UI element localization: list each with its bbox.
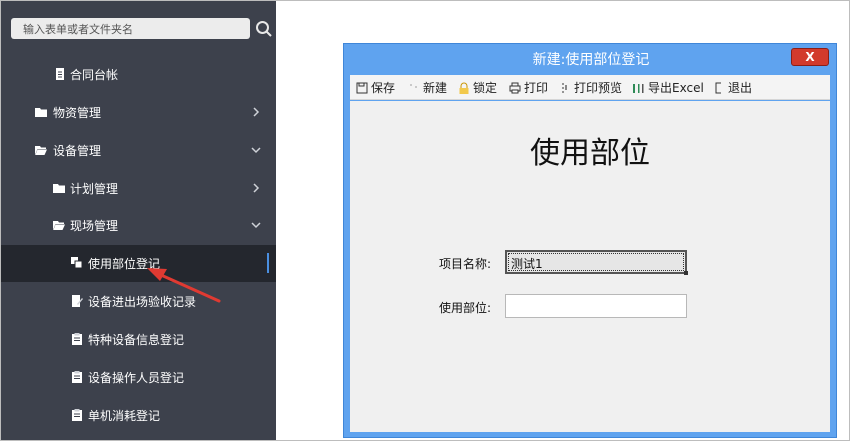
folder-open-icon: [35, 146, 47, 155]
sidebar-item-operators[interactable]: 设备操作人员登记: [1, 359, 276, 396]
active-indicator: [267, 253, 269, 273]
sidebar-item-special-equipment[interactable]: 特种设备信息登记: [1, 321, 276, 358]
sidebar-item-equipment[interactable]: 设备管理: [1, 132, 276, 169]
sidebar-item-label: 合同台帐: [70, 68, 119, 82]
sidebar-item-label: 现场管理: [70, 219, 119, 233]
folder-icon: [35, 108, 47, 117]
export-excel-button[interactable]: 导出Excel: [633, 79, 704, 96]
print-preview-button[interactable]: 打印预览: [559, 79, 622, 96]
sidebar-item-label: 特种设备信息登记: [88, 333, 185, 347]
sidebar-item-contract-ledger[interactable]: 合同台帐: [1, 56, 276, 93]
chevron-right-icon: [253, 107, 260, 117]
dialog-title: 新建:使用部位登记: [532, 52, 650, 68]
exit-label: 退出: [728, 81, 753, 95]
sidebar-item-label: 设备操作人员登记: [88, 371, 185, 385]
sidebar-item-site[interactable]: 现场管理: [1, 207, 276, 244]
print-icon: [509, 82, 521, 93]
form-heading: 使用部位: [530, 136, 650, 171]
form-area: 使用部位 项目名称: 测试1 使用部位:: [350, 101, 830, 432]
new-record-dialog: 新建:使用部位登记 X 保存 新建 锁定 打印 打印预览 导出Excel 退出: [343, 43, 837, 438]
edit-document-icon: [72, 295, 83, 307]
chevron-down-icon: [251, 222, 261, 229]
sidebar-item-label: 单机消耗登记: [88, 409, 161, 423]
new-label: 新建: [423, 81, 448, 95]
dialog-toolbar: 保存 新建 锁定 打印 打印预览 导出Excel 退出: [350, 75, 830, 100]
usage-location-field[interactable]: [505, 294, 687, 318]
save-label: 保存: [371, 81, 396, 95]
search-input[interactable]: 输入表单或者文件夹名: [11, 18, 250, 39]
excel-icon: [633, 83, 644, 93]
exit-button[interactable]: 退出: [713, 79, 752, 96]
export-excel-label: 导出Excel: [648, 81, 704, 95]
lock-icon: [459, 82, 469, 94]
clipboard-icon: [72, 333, 82, 345]
save-icon: [356, 82, 368, 93]
sidebar-item-planning[interactable]: 计划管理: [1, 170, 276, 207]
document-icon: [56, 68, 64, 80]
sidebar-item-materials[interactable]: 物资管理: [1, 94, 276, 131]
chevron-right-icon: [253, 183, 260, 193]
search-placeholder: 输入表单或者文件夹名: [23, 23, 133, 36]
screenshot-stage: 输入表单或者文件夹名 合同台帐 物资管理 设备管理 计划管理 现场管理 使用部位…: [0, 0, 850, 441]
project-name-field[interactable]: 测试1: [505, 250, 688, 275]
search-icon[interactable]: [255, 20, 273, 38]
copy-icon: [71, 257, 83, 269]
close-button[interactable]: X: [791, 48, 829, 66]
sidebar-item-entry-exit-acceptance[interactable]: 设备进出场验收记录: [1, 283, 276, 320]
folder-open-icon: [53, 221, 65, 230]
print-preview-icon: [562, 82, 567, 93]
usage-location-label: 使用部位:: [439, 301, 492, 315]
folder-icon: [53, 184, 65, 193]
lock-label: 锁定: [473, 81, 498, 95]
project-name-label: 项目名称:: [439, 257, 492, 271]
clipboard-icon: [72, 409, 82, 421]
save-button[interactable]: 保存: [356, 79, 395, 96]
sidebar-item-label: 设备管理: [53, 144, 102, 158]
print-button[interactable]: 打印: [509, 79, 548, 96]
print-label: 打印: [524, 81, 549, 95]
print-preview-label: 打印预览: [574, 81, 623, 95]
annotation-arrow-icon: [147, 268, 221, 303]
sidebar-item-machine-consumption[interactable]: 单机消耗登记: [1, 397, 276, 434]
new-icon: [410, 83, 417, 88]
exit-icon: [715, 82, 721, 93]
lock-button[interactable]: 锁定: [458, 79, 497, 96]
sidebar: 输入表单或者文件夹名 合同台帐 物资管理 设备管理 计划管理 现场管理 使用部位…: [1, 1, 276, 440]
sidebar-item-label: 计划管理: [70, 182, 119, 196]
chevron-down-icon: [251, 147, 261, 154]
new-button[interactable]: 新建: [408, 79, 447, 96]
sidebar-item-usage-location[interactable]: 使用部位登记: [1, 245, 276, 282]
sidebar-item-label: 物资管理: [53, 106, 102, 120]
clipboard-icon: [72, 371, 82, 383]
